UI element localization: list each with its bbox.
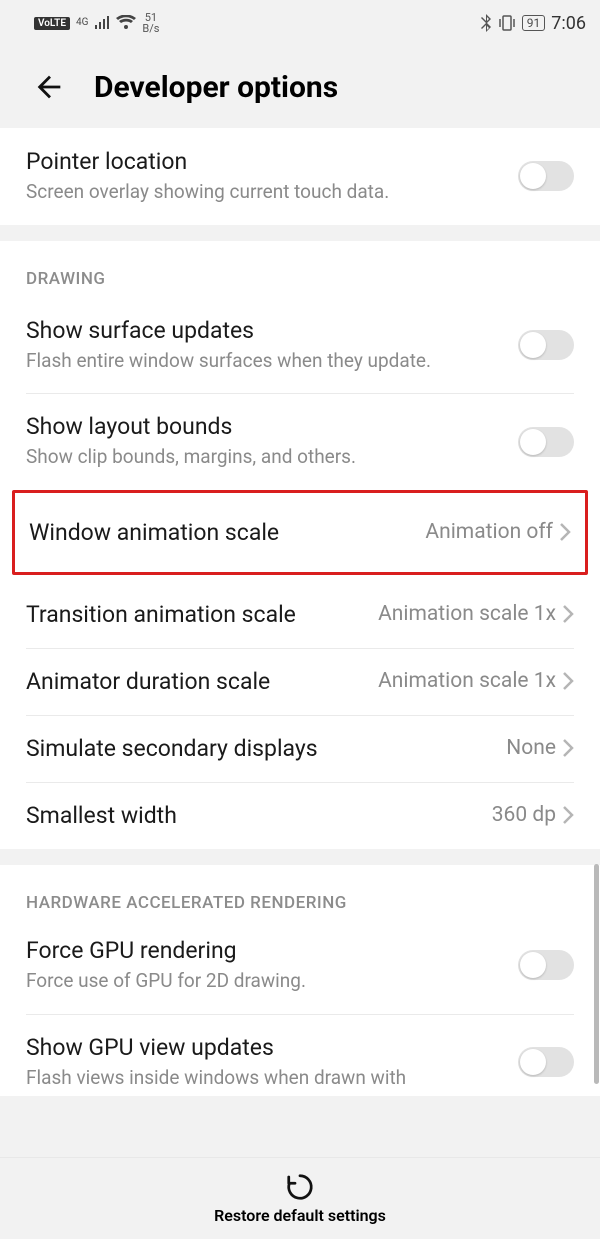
row-animator-duration-scale[interactable]: Animator duration scale Animation scale …: [0, 648, 600, 715]
row-simulate-secondary-displays[interactable]: Simulate secondary displays None: [0, 715, 600, 782]
status-bar: VoLTE 4G 51 B/s 91 7:06: [0, 0, 600, 46]
row-title: Show layout bounds: [26, 413, 518, 440]
row-value: Animation off: [425, 520, 553, 544]
row-subtitle: Show clip bounds, margins, and others.: [26, 444, 518, 470]
row-title: Transition animation scale: [26, 601, 378, 628]
chevron-right-icon: [562, 671, 574, 691]
list-block-top: Pointer location Screen overlay showing …: [0, 128, 600, 225]
back-button[interactable]: [28, 66, 70, 108]
bluetooth-icon: [480, 14, 492, 32]
content: Pointer location Screen overlay showing …: [0, 128, 600, 1157]
battery-level: 91: [527, 16, 541, 30]
row-value: Animation scale 1x: [378, 669, 556, 693]
row-smallest-width[interactable]: Smallest width 360 dp: [0, 782, 600, 849]
toggle-pointer-location[interactable]: [518, 161, 574, 191]
footer-label: Restore default settings: [214, 1206, 386, 1225]
row-subtitle: Force use of GPU for 2D drawing.: [26, 968, 518, 994]
footer-restore[interactable]: Restore default settings: [0, 1157, 600, 1239]
toggle-force-gpu[interactable]: [518, 950, 574, 980]
volte-badge: VoLTE: [34, 17, 70, 30]
row-subtitle: Flash views inside windows when drawn wi…: [26, 1065, 518, 1091]
row-force-gpu-rendering[interactable]: Force GPU rendering Force use of GPU for…: [0, 913, 600, 1014]
status-left: VoLTE 4G 51 B/s: [34, 12, 159, 34]
clock: 7:06: [551, 13, 586, 34]
row-subtitle: Screen overlay showing current touch dat…: [26, 179, 518, 205]
row-value: None: [506, 736, 556, 760]
row-transition-animation-scale[interactable]: Transition animation scale Animation sca…: [0, 575, 600, 648]
row-subtitle: Flash entire window surfaces when they u…: [26, 348, 518, 374]
toggle-layout-bounds[interactable]: [518, 427, 574, 457]
list-block-drawing: Drawing Show surface updates Flash entir…: [0, 241, 600, 849]
toggle-gpu-view-updates[interactable]: [518, 1047, 574, 1077]
back-arrow-icon: [32, 70, 66, 104]
row-title: Simulate secondary displays: [26, 735, 506, 762]
net-speed-unit: B/s: [142, 23, 159, 34]
signal-icon: [94, 16, 110, 30]
row-show-gpu-view-updates[interactable]: Show GPU view updates Flash views inside…: [0, 1014, 600, 1097]
screen: VoLTE 4G 51 B/s 91 7:06: [0, 0, 600, 1239]
row-title: Animator duration scale: [26, 668, 378, 695]
section-header-drawing: Drawing: [0, 241, 600, 289]
row-title: Show GPU view updates: [26, 1034, 518, 1061]
row-show-layout-bounds[interactable]: Show layout bounds Show clip bounds, mar…: [0, 393, 600, 490]
row-pointer-location[interactable]: Pointer location Screen overlay showing …: [0, 128, 600, 225]
network-type: 4G: [76, 18, 88, 28]
chevron-right-icon: [559, 522, 571, 542]
section-header-hw: Hardware Accelerated Rendering: [0, 865, 600, 913]
list-block-hw: Hardware Accelerated Rendering Force GPU…: [0, 865, 600, 1096]
row-title: Smallest width: [26, 802, 492, 829]
row-window-animation-scale[interactable]: Window animation scale Animation off: [15, 493, 585, 572]
wifi-icon: [116, 15, 136, 31]
net-speed: 51 B/s: [142, 12, 159, 34]
row-value: 360 dp: [492, 803, 556, 827]
section-gap: [0, 849, 600, 865]
chevron-right-icon: [562, 604, 574, 624]
page-title: Developer options: [94, 70, 338, 105]
row-title: Force GPU rendering: [26, 937, 518, 964]
chevron-right-icon: [562, 738, 574, 758]
chevron-right-icon: [562, 805, 574, 825]
app-header: Developer options: [0, 46, 600, 128]
scrollbar-thumb[interactable]: [594, 864, 599, 1084]
row-title: Pointer location: [26, 148, 518, 175]
toggle-surface-updates[interactable]: [518, 330, 574, 360]
highlight-window-animation: Window animation scale Animation off: [12, 490, 588, 575]
status-right: 91 7:06: [480, 13, 586, 34]
section-gap: [0, 225, 600, 241]
row-title: Show surface updates: [26, 317, 518, 344]
row-value: Animation scale 1x: [378, 602, 556, 626]
row-show-surface-updates[interactable]: Show surface updates Flash entire window…: [0, 289, 600, 394]
restore-icon: [285, 1172, 315, 1202]
row-title: Window animation scale: [29, 519, 425, 546]
vibrate-icon: [498, 15, 516, 31]
battery-icon: 91: [522, 15, 546, 31]
